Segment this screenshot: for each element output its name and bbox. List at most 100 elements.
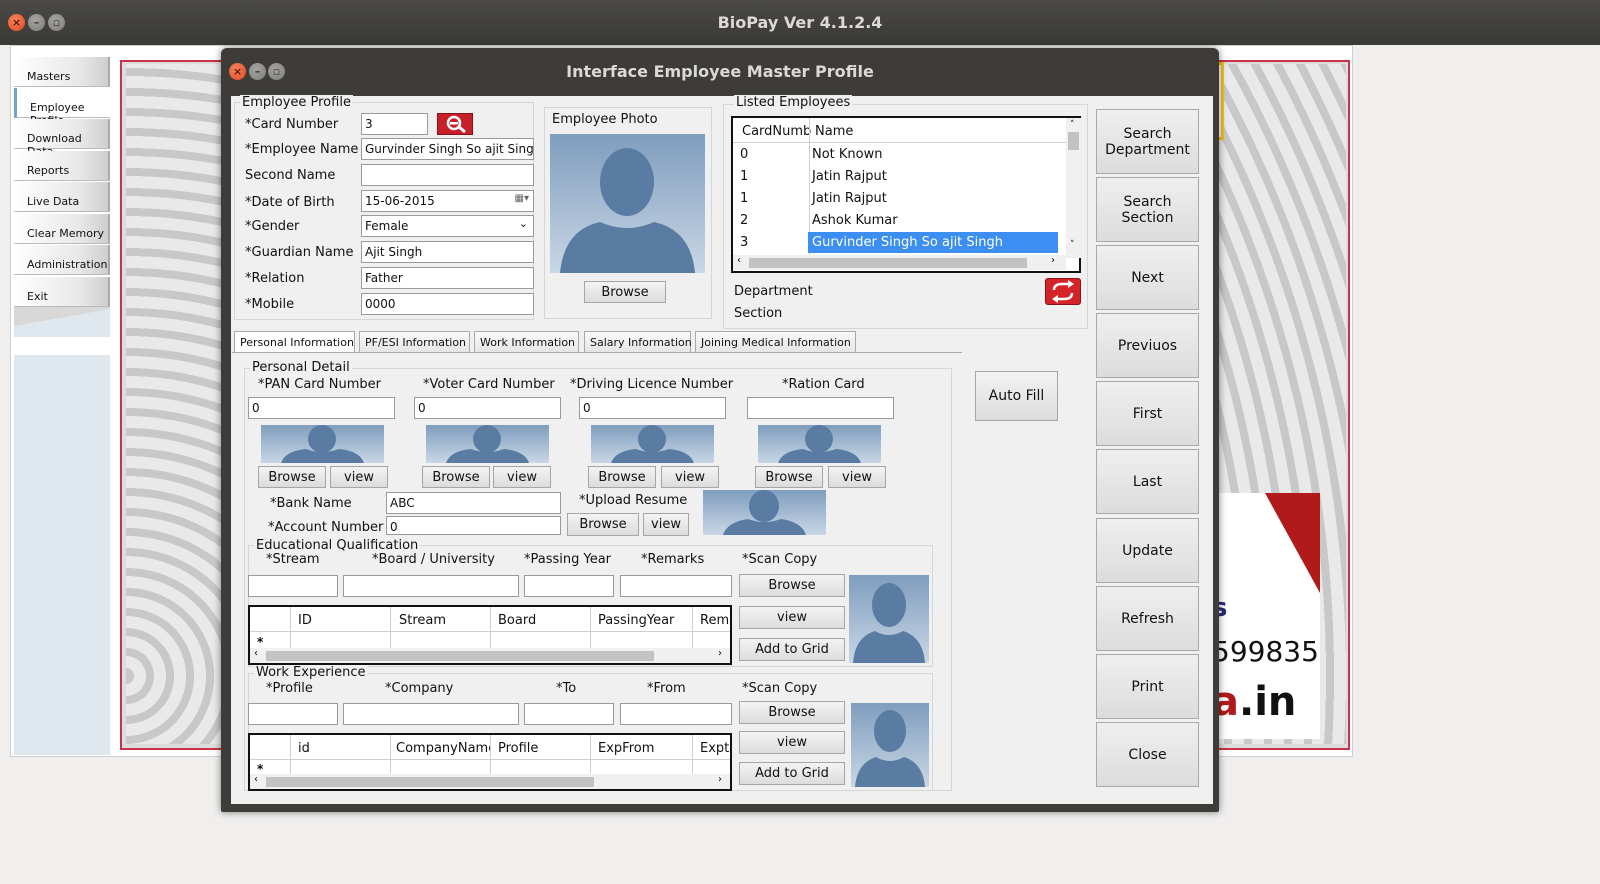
tab-salary-information[interactable]: Salary Information (584, 331, 692, 353)
sidebar-item-reports[interactable]: Reports (14, 151, 110, 181)
company-label: *Company (385, 681, 454, 696)
close-button[interactable]: Close (1096, 722, 1199, 787)
work-column-profile[interactable]: Profile (498, 741, 538, 756)
guardian-input[interactable]: Ajit Singh (361, 241, 534, 263)
voter-view-button[interactable]: view (493, 466, 551, 488)
pan-label: *PAN Card Number (258, 377, 382, 392)
list-item-selected[interactable]: 3 Gurvinder Singh So ajit Singh (736, 232, 1058, 253)
work-column-expfrom[interactable]: ExpFrom (598, 741, 654, 756)
work-horizontal-scrollbar[interactable]: ‹ › (250, 774, 730, 789)
list-item[interactable]: 2 Ashok Kumar (736, 210, 1058, 231)
employee-name-input[interactable]: Gurvinder Singh So ajit Singh (361, 138, 534, 160)
edu-column-id[interactable]: ID (298, 613, 312, 628)
print-button[interactable]: Print (1096, 654, 1199, 719)
dl-browse-button[interactable]: Browse (588, 466, 656, 488)
work-column-companyname[interactable]: CompanyName (396, 741, 490, 756)
work-column-expto[interactable]: Expto (700, 741, 730, 756)
ration-view-button[interactable]: view (828, 466, 886, 488)
list-item[interactable]: 1 Jatin Rajput (736, 166, 1058, 187)
second-name-input[interactable] (361, 164, 534, 186)
tab-joining-medical-information[interactable]: Joining Medical Information (695, 331, 856, 353)
sidebar-item-masters[interactable]: Masters (14, 57, 110, 87)
work-view-button[interactable]: view (739, 731, 845, 754)
refresh-button[interactable]: Refresh (1096, 586, 1199, 651)
update-button[interactable]: Update (1096, 518, 1199, 583)
calendar-icon[interactable]: ▦▾ (515, 193, 529, 204)
pan-input[interactable]: 0 (248, 397, 395, 419)
search-icon (446, 115, 466, 134)
tab-personal-information[interactable]: Personal Information (234, 331, 355, 353)
list-item[interactable]: 0 Not Known (736, 144, 1058, 165)
horizontal-scrollbar[interactable]: ‹ › (733, 255, 1066, 270)
last-button[interactable]: Last (1096, 449, 1199, 514)
sidebar: Masters Employee Profile Download Data R… (14, 55, 110, 755)
company-input[interactable] (343, 703, 519, 725)
resume-browse-button[interactable]: Browse (567, 513, 639, 536)
edu-column-passingyear[interactable]: PassingYear (598, 613, 674, 628)
ration-browse-button[interactable]: Browse (755, 466, 823, 488)
remarks-input[interactable] (620, 575, 732, 597)
dl-view-button[interactable]: view (661, 466, 719, 488)
listed-employees-list[interactable]: CardNumb Name 0 Not Known 1 Jatin Rajput 1… (731, 116, 1081, 273)
work-browse-button[interactable]: Browse (739, 701, 845, 724)
edu-add-to-grid-button[interactable]: Add to Grid (739, 638, 845, 661)
pan-browse-button[interactable]: Browse (258, 466, 326, 488)
tab-work-information[interactable]: Work Information (474, 331, 579, 353)
search-card-button[interactable] (437, 113, 473, 135)
year-input[interactable] (524, 575, 614, 597)
auto-fill-button[interactable]: Auto Fill (975, 371, 1058, 421)
sidebar-item-exit[interactable]: Exit (14, 277, 110, 307)
ration-photo (758, 425, 881, 463)
voter-browse-button[interactable]: Browse (422, 466, 490, 488)
edu-column-stream[interactable]: Stream (399, 613, 446, 628)
edu-horizontal-scrollbar[interactable]: ‹ › (250, 648, 730, 663)
person-silhouette-icon (723, 490, 806, 535)
from-input[interactable] (620, 703, 732, 725)
sidebar-item-administration[interactable]: Administration (14, 245, 110, 275)
board-input[interactable] (343, 575, 519, 597)
column-cardnumber[interactable]: CardNumb (742, 124, 811, 139)
to-input[interactable] (524, 703, 614, 725)
pan-view-button[interactable]: view (330, 466, 388, 488)
edu-column-board[interactable]: Board (498, 613, 536, 628)
gender-select[interactable]: Female ⌄ (361, 215, 534, 237)
work-add-to-grid-button[interactable]: Add to Grid (739, 762, 845, 785)
pan-photo (261, 425, 384, 463)
tab-pf-esi-information[interactable]: PF/ESI Information (359, 331, 470, 353)
first-button[interactable]: First (1096, 381, 1199, 446)
next-button[interactable]: Next (1096, 245, 1199, 310)
work-grid[interactable]: id CompanyName Profile ExpFrom Expto * ‹… (248, 733, 732, 791)
dob-picker[interactable]: 15-06-2015 ▦▾ (361, 190, 534, 212)
edu-column-remarks[interactable]: Rema (700, 613, 730, 628)
account-input[interactable]: 0 (386, 516, 561, 535)
sidebar-item-clear-memory[interactable]: Clear Memory (14, 214, 110, 244)
bank-input[interactable]: ABC (386, 492, 561, 514)
refresh-department-button[interactable] (1045, 278, 1081, 305)
stream-input[interactable] (248, 575, 338, 597)
photo-browse-button[interactable]: Browse (584, 281, 666, 303)
dl-input[interactable]: 0 (579, 397, 726, 419)
profile-label: *Profile (266, 681, 313, 696)
relation-input[interactable]: Father (361, 267, 534, 289)
sidebar-item-download-data[interactable]: Download Data (14, 119, 110, 158)
from-label: *From (647, 681, 686, 696)
edu-browse-button[interactable]: Browse (739, 574, 845, 597)
vertical-scrollbar[interactable]: ˄ ˅ (1066, 118, 1081, 258)
relation-label: *Relation (245, 271, 305, 286)
profile-input[interactable] (248, 703, 338, 725)
search-department-button[interactable]: Search Department (1096, 109, 1199, 174)
edu-view-button[interactable]: view (739, 606, 845, 629)
card-number-input[interactable]: 3 (361, 113, 428, 135)
sidebar-item-employee-profile[interactable]: Employee Profile (14, 88, 110, 127)
column-name[interactable]: Name (815, 124, 853, 139)
search-section-button[interactable]: Search Section (1096, 177, 1199, 242)
mobile-input[interactable]: 0000 (361, 293, 534, 315)
resume-view-button[interactable]: view (643, 513, 689, 536)
voter-input[interactable]: 0 (414, 397, 561, 419)
ration-input[interactable] (747, 397, 894, 419)
work-column-id[interactable]: id (298, 741, 310, 756)
previous-button[interactable]: Previuos (1096, 313, 1199, 378)
list-item[interactable]: 1 Jatin Rajput (736, 188, 1058, 209)
sidebar-item-live-data[interactable]: Live Data (14, 182, 110, 212)
education-grid[interactable]: ID Stream Board PassingYear Rema * ‹› (248, 605, 732, 665)
